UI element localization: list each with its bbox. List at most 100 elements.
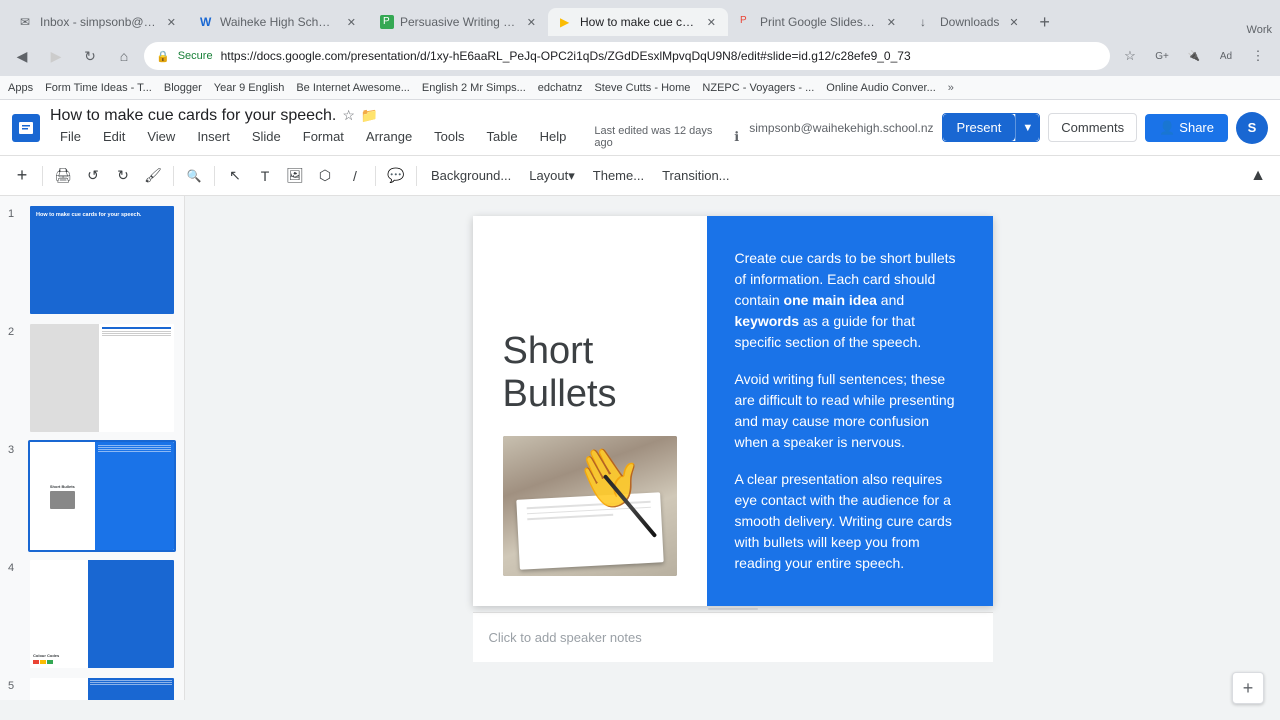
tab-cue-cards[interactable]: ▶ How to make cue cards ... ✕ <box>548 8 728 36</box>
slide-thumb-4[interactable]: 4 Colour Codes <box>8 558 176 670</box>
bookmark-internet[interactable]: Be Internet Awesome... <box>296 82 410 94</box>
tab-close[interactable]: ✕ <box>167 16 176 29</box>
slide-preview-4[interactable]: Colour Codes <box>28 558 176 670</box>
print-button[interactable]: 🖨 <box>49 162 77 190</box>
edit-history-icon[interactable]: ℹ <box>734 129 739 145</box>
zoom-control[interactable]: 🔍 <box>180 162 208 190</box>
tab-favicon: ✉ <box>20 15 34 29</box>
tab-close[interactable]: ✕ <box>707 16 716 29</box>
slide-thumb-2[interactable]: 2 <box>8 322 176 434</box>
comments-button[interactable]: Comments <box>1048 113 1137 142</box>
add-button-icon[interactable]: + <box>1232 672 1264 700</box>
back-button[interactable]: ◀ <box>8 42 36 70</box>
tab-persuasive[interactable]: P Persuasive Writing & Sp... ✕ <box>368 8 548 36</box>
image-tool[interactable]: 🖼 <box>281 162 309 190</box>
tab-gmail[interactable]: ✉ Inbox - simpsonb@wai... ✕ <box>8 8 188 36</box>
share-icon: 👤 <box>1159 120 1175 136</box>
home-button[interactable]: ⌂ <box>110 42 138 70</box>
collapse-toolbar-button[interactable]: ▲ <box>1244 162 1272 190</box>
user-avatar[interactable]: S <box>1236 112 1268 144</box>
bookmark-english2[interactable]: English 2 Mr Simps... <box>422 82 526 94</box>
tab-close[interactable]: ✕ <box>347 16 356 29</box>
slide-canvas[interactable]: Short Bullets ✋ <box>473 216 993 606</box>
chrome-menu-icon[interactable]: ⋮ <box>1244 42 1272 70</box>
menu-tools[interactable]: Tools <box>424 125 474 148</box>
new-tab-button[interactable]: + <box>1031 8 1059 36</box>
folder-icon[interactable]: 📁 <box>361 107 378 124</box>
forward-button[interactable]: ▶ <box>42 42 70 70</box>
paragraph-2: Avoid writing full sentences; these are … <box>735 369 965 453</box>
tab-close[interactable]: ✕ <box>1009 16 1018 29</box>
slide-thumb-1[interactable]: 1 How to make cue cards for your speech. <box>8 204 176 316</box>
star-icon[interactable]: ☆ <box>342 107 355 124</box>
address-url: https://docs.google.com/presentation/d/1… <box>221 49 1098 63</box>
add-slide-fab[interactable]: + <box>1232 672 1264 700</box>
address-bar-row: ◀ ▶ ↻ ⌂ 🔒 Secure https://docs.google.com… <box>0 36 1280 76</box>
share-button[interactable]: 👤 Share <box>1145 114 1228 142</box>
extension-icon-1[interactable]: G+ <box>1148 42 1176 70</box>
menu-insert[interactable]: Insert <box>187 125 240 148</box>
bookmark-form-time[interactable]: Form Time Ideas - T... <box>45 82 152 94</box>
extension-icon-2[interactable]: 🔌 <box>1180 42 1208 70</box>
text-box-tool[interactable]: T <box>251 162 279 190</box>
address-bar[interactable]: 🔒 Secure https://docs.google.com/present… <box>144 42 1110 70</box>
slide-preview-1[interactable]: How to make cue cards for your speech. <box>28 204 176 316</box>
transition-button[interactable]: Transition... <box>654 164 737 187</box>
menu-format[interactable]: Format <box>293 125 354 148</box>
present-dropdown-button[interactable]: ▼ <box>1015 114 1039 141</box>
present-button[interactable]: Present <box>943 114 1016 141</box>
bookmark-edchatnz[interactable]: edchatnz <box>538 82 583 94</box>
background-button[interactable]: Background... <box>423 164 519 187</box>
slide-preview-2[interactable] <box>28 322 176 434</box>
tab-close[interactable]: ✕ <box>887 16 896 29</box>
layout-button[interactable]: Layout▾ <box>521 164 583 188</box>
menu-table[interactable]: Table <box>477 125 528 148</box>
tab-favicon: P <box>740 15 754 29</box>
bookmark-more[interactable]: » <box>948 82 954 94</box>
app-header: How to make cue cards for your speech. ☆… <box>0 100 1280 156</box>
speaker-notes-area[interactable]: Click to add speaker notes <box>473 612 993 662</box>
menu-slide[interactable]: Slide <box>242 125 291 148</box>
toolbar-separator-1 <box>42 166 43 186</box>
bookmark-steve-cutts[interactable]: Steve Cutts - Home <box>594 82 690 94</box>
extension-icon-3[interactable]: Ad <box>1212 42 1240 70</box>
tab-favicon: ↓ <box>920 15 934 29</box>
speaker-notes-placeholder[interactable]: Click to add speaker notes <box>489 630 642 645</box>
resize-handle-bar <box>708 608 758 610</box>
reload-button[interactable]: ↻ <box>76 42 104 70</box>
line-tool[interactable]: / <box>341 162 369 190</box>
slide-preview-3[interactable]: Short Bullets <box>28 440 176 552</box>
bookmark-nzepc[interactable]: NZEPC - Voyagers - ... <box>702 82 814 94</box>
redo-button[interactable]: ↻ <box>109 162 137 190</box>
bookmark-icon[interactable]: ☆ <box>1116 42 1144 70</box>
tab-print-slides[interactable]: P Print Google Slides - M... ✕ <box>728 8 908 36</box>
add-slide-button[interactable]: + <box>8 162 36 190</box>
canvas-area[interactable]: Short Bullets ✋ <box>185 196 1280 700</box>
menu-help[interactable]: Help <box>530 125 577 148</box>
paint-format-button[interactable]: 🖌 <box>139 162 167 190</box>
bookmark-blogger[interactable]: Blogger <box>164 82 202 94</box>
theme-button[interactable]: Theme... <box>585 164 652 187</box>
comment-tool[interactable]: 💬 <box>382 162 410 190</box>
tab-close[interactable]: ✕ <box>527 16 536 29</box>
menu-view[interactable]: View <box>137 125 185 148</box>
menu-edit[interactable]: Edit <box>93 125 135 148</box>
menu-file[interactable]: File <box>50 125 91 148</box>
undo-button[interactable]: ↺ <box>79 162 107 190</box>
slide-num-2: 2 <box>8 322 22 338</box>
toolbar-right: ☆ G+ 🔌 Ad ⋮ <box>1116 42 1272 70</box>
menu-arrange[interactable]: Arrange <box>356 125 422 148</box>
bookmark-audio[interactable]: Online Audio Conver... <box>826 82 935 94</box>
slide-num-4: 4 <box>8 558 22 574</box>
tab-downloads[interactable]: ↓ Downloads ✕ <box>908 8 1031 36</box>
shape-tool[interactable]: ⬡ <box>311 162 339 190</box>
slide-preview-5[interactable]: Key Information <box>28 676 176 700</box>
slide-thumb-3[interactable]: 3 Short Bullets <box>8 440 176 552</box>
cursor-tool[interactable]: ↖ <box>221 162 249 190</box>
tab-label: How to make cue cards ... <box>580 15 697 29</box>
bookmark-year9[interactable]: Year 9 English <box>214 82 285 94</box>
tab-favicon: ▶ <box>560 15 574 29</box>
slide-thumb-5[interactable]: 5 Key Information <box>8 676 176 700</box>
bookmark-apps[interactable]: Apps <box>8 82 33 94</box>
tab-waiheke[interactable]: W Waiheke High School ... ✕ <box>188 8 368 36</box>
